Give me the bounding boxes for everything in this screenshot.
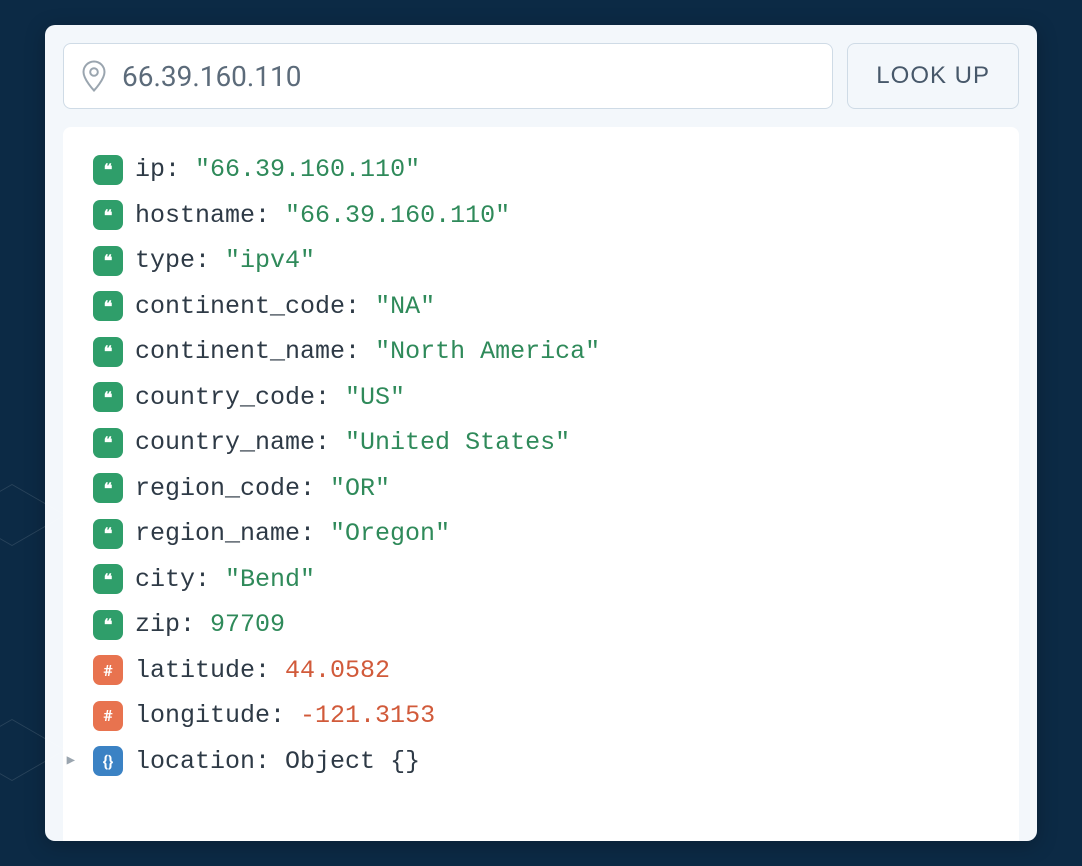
number-type-icon: # [93, 655, 123, 685]
result-value: "ipv4" [225, 238, 315, 284]
result-value: 97709 [210, 602, 285, 648]
result-key: region_code [135, 466, 300, 512]
result-key: continent_name [135, 329, 345, 375]
result-key: city [135, 557, 195, 603]
colon-separator: : [255, 193, 285, 239]
result-value: "66.39.160.110" [195, 147, 420, 193]
colon-separator: : [165, 147, 195, 193]
result-key: longitude [135, 693, 270, 739]
result-key: country_name [135, 420, 315, 466]
colon-separator: : [180, 602, 210, 648]
colon-separator: : [345, 329, 375, 375]
colon-separator: : [345, 284, 375, 330]
result-key: continent_code [135, 284, 345, 330]
result-row: ❝ country_code: "US" [93, 375, 1001, 421]
result-key: hostname [135, 193, 255, 239]
result-key: type [135, 238, 195, 284]
result-value: "North America" [375, 329, 600, 375]
string-type-icon: ❝ [93, 337, 123, 367]
result-row: ❝ continent_code: "NA" [93, 284, 1001, 330]
search-box[interactable] [63, 43, 833, 109]
result-row: ▶{}location: Object {} [93, 739, 1001, 785]
result-value: "Bend" [225, 557, 315, 603]
result-key: country_code [135, 375, 315, 421]
colon-separator: : [195, 557, 225, 603]
result-value: "66.39.160.110" [285, 193, 510, 239]
result-value: Object {} [285, 739, 420, 785]
result-value: "NA" [375, 284, 435, 330]
result-row: ❝ ip: "66.39.160.110" [93, 147, 1001, 193]
colon-separator: : [195, 238, 225, 284]
result-row: ❝ city: "Bend" [93, 557, 1001, 603]
colon-separator: : [255, 739, 285, 785]
string-type-icon: ❝ [93, 155, 123, 185]
result-value: "Oregon" [330, 511, 450, 557]
result-row: ❝ region_code: "OR" [93, 466, 1001, 512]
result-row: ❝ continent_name: "North America" [93, 329, 1001, 375]
string-type-icon: ❝ [93, 382, 123, 412]
result-value: 44.0582 [285, 648, 390, 694]
colon-separator: : [300, 466, 330, 512]
colon-separator: : [270, 693, 300, 739]
result-key: zip [135, 602, 180, 648]
string-type-icon: ❝ [93, 473, 123, 503]
ip-search-input[interactable] [122, 60, 814, 93]
colon-separator: : [315, 420, 345, 466]
string-type-icon: ❝ [93, 291, 123, 321]
result-value: "US" [345, 375, 405, 421]
result-key: region_name [135, 511, 300, 557]
search-row: LOOK UP [63, 43, 1019, 109]
string-type-icon: ❝ [93, 610, 123, 640]
number-type-icon: # [93, 701, 123, 731]
result-key: latitude [135, 648, 255, 694]
result-key: ip [135, 147, 165, 193]
result-row: ❝ country_name: "United States" [93, 420, 1001, 466]
string-type-icon: ❝ [93, 200, 123, 230]
result-row: ❝ zip: 97709 [93, 602, 1001, 648]
lookup-button[interactable]: LOOK UP [847, 43, 1019, 109]
result-row: # latitude: 44.0582 [93, 648, 1001, 694]
results-list[interactable]: ❝ ip: "66.39.160.110" ❝ hostname: "66.39.16… [63, 127, 1019, 841]
result-value: "United States" [345, 420, 570, 466]
string-type-icon: ❝ [93, 519, 123, 549]
result-row: ❝ region_name: "Oregon" [93, 511, 1001, 557]
result-row: ❝ hostname: "66.39.160.110" [93, 193, 1001, 239]
result-row: ❝ type: "ipv4" [93, 238, 1001, 284]
colon-separator: : [300, 511, 330, 557]
result-value: -121.3153 [300, 693, 435, 739]
lookup-panel: LOOK UP ❝ ip: "66.39.160.110" ❝ hostname: "… [45, 25, 1037, 841]
string-type-icon: ❝ [93, 564, 123, 594]
colon-separator: : [315, 375, 345, 421]
result-key: location [135, 739, 255, 785]
result-value: "OR" [330, 466, 390, 512]
result-row: # longitude: -121.3153 [93, 693, 1001, 739]
object-type-icon: {} [93, 746, 123, 776]
location-pin-icon [82, 60, 106, 92]
string-type-icon: ❝ [93, 428, 123, 458]
colon-separator: : [255, 648, 285, 694]
string-type-icon: ❝ [93, 246, 123, 276]
